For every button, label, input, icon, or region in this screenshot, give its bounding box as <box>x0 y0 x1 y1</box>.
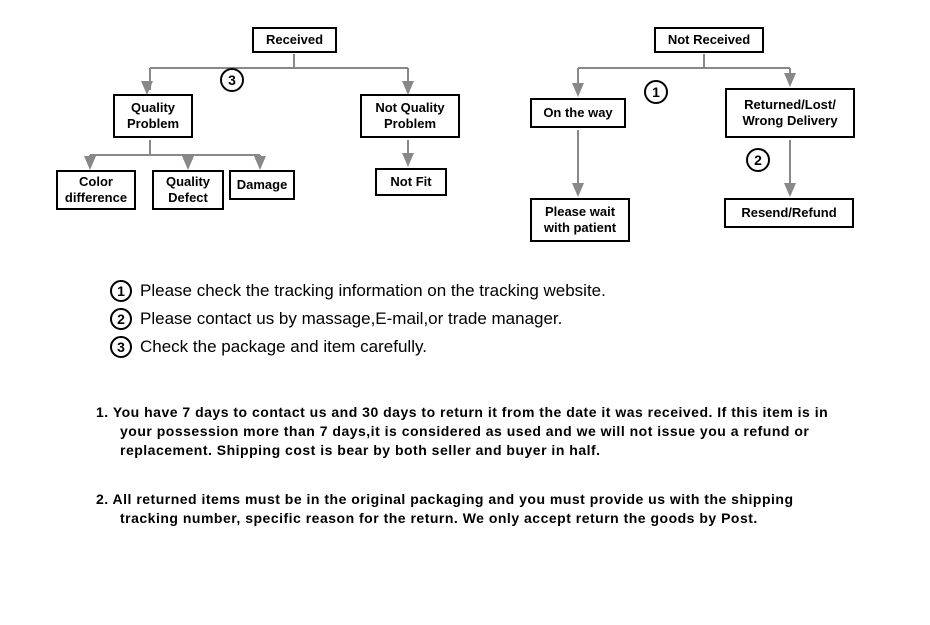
node-color-difference: Color difference <box>56 170 136 210</box>
node-resend-refund: Resend/Refund <box>724 198 854 228</box>
node-please-wait: Please wait with patient <box>530 198 630 242</box>
node-quality-problem: Quality Problem <box>113 94 193 138</box>
node-damage: Damage <box>229 170 295 200</box>
node-quality-defect: Quality Defect <box>152 170 224 210</box>
badge-1: 1 <box>644 80 668 104</box>
policy-1: 1. You have 7 days to contact us and 30 … <box>90 403 840 460</box>
note-3-num: 3 <box>110 336 132 358</box>
note-2: 2 Please contact us by massage,E-mail,or… <box>110 308 930 330</box>
badge-2: 2 <box>746 148 770 172</box>
note-2-text: Please contact us by massage,E-mail,or t… <box>140 309 562 329</box>
node-not-quality-problem: Not Quality Problem <box>360 94 460 138</box>
note-1-num: 1 <box>110 280 132 302</box>
node-not-fit: Not Fit <box>375 168 447 196</box>
policy-text: 1. You have 7 days to contact us and 30 … <box>90 403 840 527</box>
note-1: 1 Please check the tracking information … <box>110 280 930 302</box>
node-returned-lost: Returned/Lost/ Wrong Delivery <box>725 88 855 138</box>
node-on-the-way: On the way <box>530 98 626 128</box>
policy-2: 2. All returned items must be in the ori… <box>90 490 840 528</box>
note-3-text: Check the package and item carefully. <box>140 337 427 357</box>
badge-3: 3 <box>220 68 244 92</box>
note-3: 3 Check the package and item carefully. <box>110 336 930 358</box>
note-1-text: Please check the tracking information on… <box>140 281 606 301</box>
node-not-received: Not Received <box>654 27 764 53</box>
node-received: Received <box>252 27 337 53</box>
legend-notes: 1 Please check the tracking information … <box>110 280 930 358</box>
flow-diagram: Received 3 Quality Problem Not Quality P… <box>0 0 930 250</box>
note-2-num: 2 <box>110 308 132 330</box>
